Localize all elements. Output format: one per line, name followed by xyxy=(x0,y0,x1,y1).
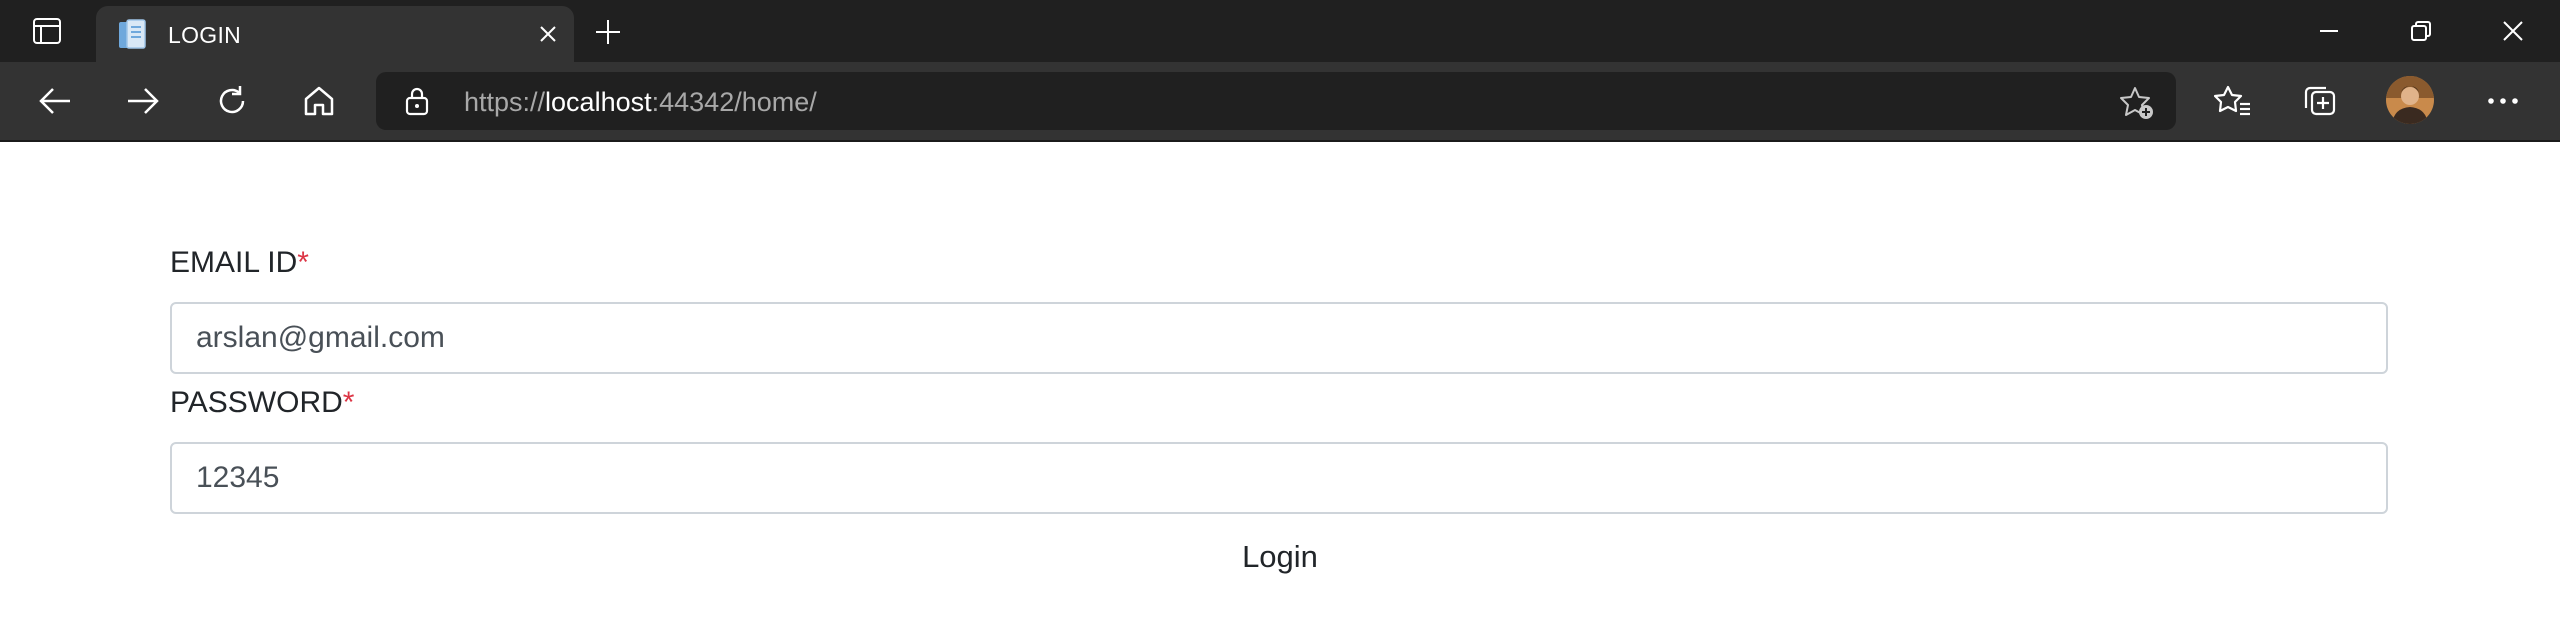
new-tab-plus-icon[interactable] xyxy=(588,12,628,52)
more-icon[interactable] xyxy=(2478,76,2528,126)
profile-avatar[interactable] xyxy=(2386,76,2434,124)
url-path: :44342/home/ xyxy=(651,87,817,117)
password-label: PASSWORD* xyxy=(170,386,354,420)
forward-arrow-icon[interactable] xyxy=(118,76,168,126)
email-label-text: EMAIL ID xyxy=(170,246,298,279)
email-required-mark: * xyxy=(297,246,309,279)
password-label-text: PASSWORD xyxy=(170,386,343,419)
lock-icon[interactable] xyxy=(402,86,432,116)
favorites-icon[interactable] xyxy=(2208,76,2258,126)
page-favicon-icon xyxy=(116,18,150,52)
home-icon[interactable] xyxy=(294,76,344,126)
password-required-mark: * xyxy=(342,386,355,419)
close-window-icon[interactable] xyxy=(2488,10,2538,52)
close-tab-icon[interactable] xyxy=(530,16,566,52)
email-field[interactable] xyxy=(170,302,2388,374)
email-label: EMAIL ID* xyxy=(170,246,309,280)
tab-actions-icon[interactable] xyxy=(20,12,74,50)
url-scheme: https:// xyxy=(464,87,546,117)
password-field[interactable] xyxy=(170,442,2388,514)
browser-toolbar: https://localhost:44342/home/ xyxy=(0,62,2560,142)
login-button[interactable]: Login xyxy=(1200,532,1360,582)
refresh-icon[interactable] xyxy=(207,76,257,126)
address-bar[interactable]: https://localhost:44342/home/ xyxy=(376,72,2176,130)
browser-titlebar: LOGIN xyxy=(0,0,2560,62)
minimize-icon[interactable] xyxy=(2304,10,2354,52)
url-host: localhost xyxy=(545,87,652,117)
restore-icon[interactable] xyxy=(2396,10,2446,52)
star-add-icon[interactable] xyxy=(2118,84,2156,122)
collections-icon[interactable] xyxy=(2295,76,2345,126)
tab-title: LOGIN xyxy=(168,22,242,48)
page-content: EMAIL ID* PASSWORD* Login xyxy=(0,142,2560,630)
tab-login[interactable]: LOGIN xyxy=(96,6,574,62)
url-text: https://localhost:44342/home/ xyxy=(464,87,817,118)
back-arrow-icon[interactable] xyxy=(30,76,80,126)
